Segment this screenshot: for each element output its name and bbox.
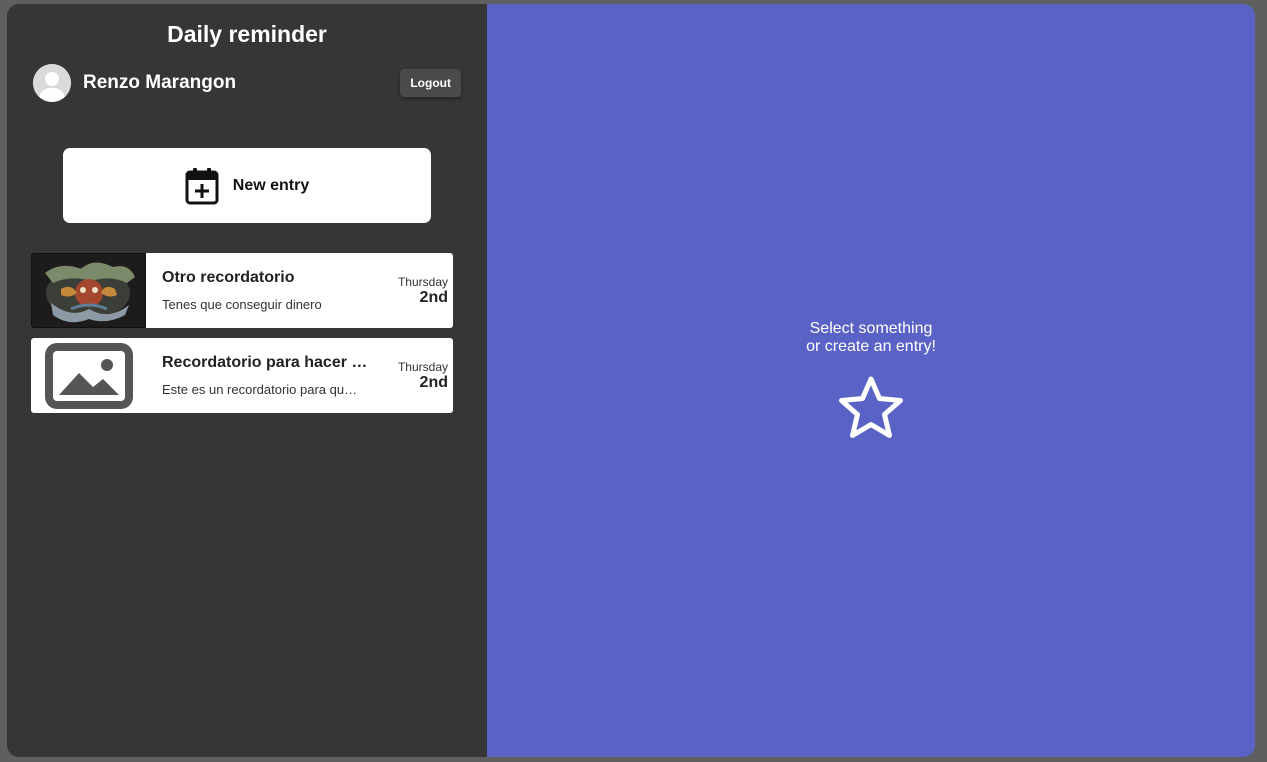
app-window: Daily reminder Renzo Marangon Logout New… — [7, 4, 1255, 757]
entry-day: 2nd — [419, 288, 448, 306]
entry-day: 2nd — [419, 373, 448, 391]
entry-title: Recordatorio para hacer … — [162, 354, 368, 371]
entry-text: Tenes que conseguir dinero — [162, 297, 322, 312]
entry-body: Otro recordatorio Tenes que conseguir di… — [146, 253, 372, 328]
empty-state-line-1: Select something — [809, 320, 933, 337]
empty-state: Select something or create an entry! — [487, 320, 1255, 442]
image-placeholder-icon — [31, 338, 146, 413]
entry-weekday: Thursday — [397, 359, 448, 374]
entry-title: Otro recordatorio — [162, 269, 295, 286]
app-title: Daily reminder — [167, 21, 327, 47]
entry-body: Recordatorio para hacer … Este es un rec… — [146, 338, 372, 413]
empty-state-line-2: or create an entry! — [806, 338, 936, 355]
new-entry-button[interactable]: New entry — [63, 148, 431, 223]
star-icon — [839, 376, 903, 438]
entry-text: Este es un recordatorio para qu… — [162, 382, 358, 397]
entry-thumbnail-photo — [31, 253, 146, 328]
entry-list: Otro recordatorio Tenes que conseguir di… — [31, 253, 453, 423]
user-row: Renzo Marangon Logout — [33, 64, 461, 102]
entry-date: Thursday 2nd — [372, 338, 453, 413]
entry-item[interactable]: Recordatorio para hacer … Este es un rec… — [31, 338, 453, 413]
entry-weekday: Thursday — [397, 274, 448, 289]
sidebar: Daily reminder Renzo Marangon Logout New… — [7, 4, 487, 757]
user-avatar-icon — [33, 64, 71, 102]
calendar-plus-icon — [185, 167, 219, 205]
logout-button[interactable]: Logout — [400, 69, 461, 97]
new-entry-label: New entry — [232, 176, 310, 194]
entry-date: Thursday 2nd — [372, 253, 453, 328]
entry-item[interactable]: Otro recordatorio Tenes que conseguir di… — [31, 253, 453, 328]
user-name: Renzo Marangon — [83, 72, 237, 93]
main-panel: Select something or create an entry! — [487, 4, 1255, 757]
